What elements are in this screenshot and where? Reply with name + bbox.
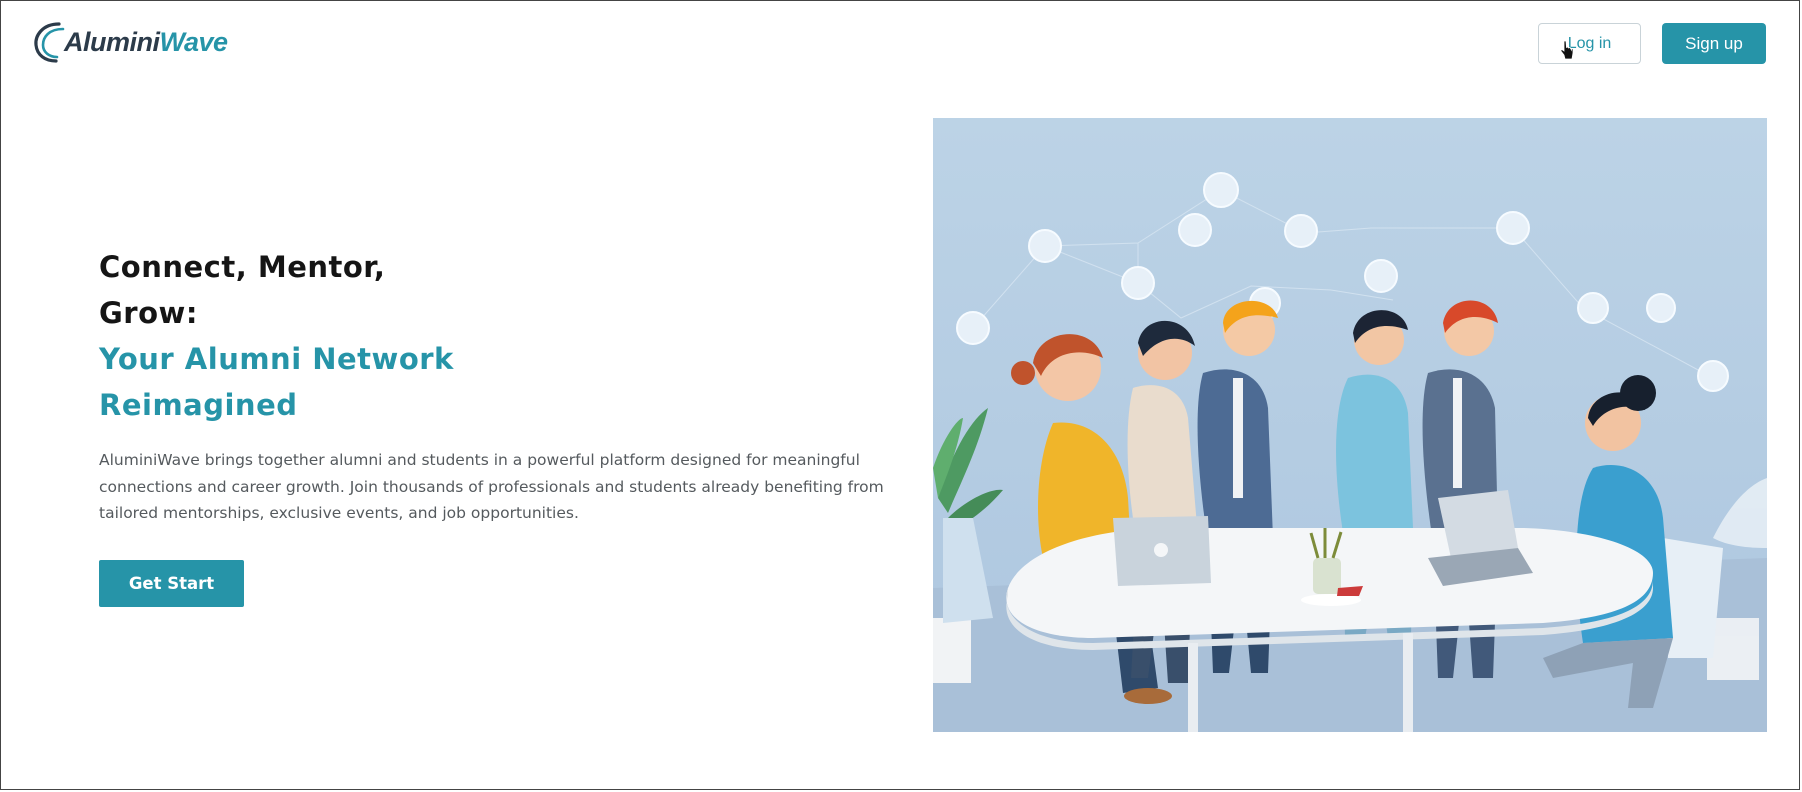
logo[interactable]: AluminiWave bbox=[32, 18, 228, 66]
hero-section: Connect, Mentor, Grow: Your Alumni Netwo… bbox=[99, 244, 889, 527]
logo-text: AluminiWave bbox=[64, 26, 229, 57]
hero-accent-line-2: Reimagined bbox=[99, 388, 298, 422]
login-button[interactable]: Log in bbox=[1538, 23, 1641, 64]
hero-illustration bbox=[933, 118, 1767, 732]
hero-title-line-2: Grow: bbox=[99, 296, 198, 330]
hero-title-line-1: Connect, Mentor, bbox=[99, 250, 386, 284]
hero-accent-line-1: Your Alumni Network bbox=[99, 342, 454, 376]
logo-text-dark: Alumini bbox=[64, 26, 160, 57]
hero-description: AluminiWave brings together alumni and s… bbox=[99, 451, 884, 522]
signup-button[interactable]: Sign up bbox=[1662, 23, 1766, 64]
mouse-pointer-icon bbox=[1559, 40, 1574, 60]
logo-text-accent: Wave bbox=[159, 26, 229, 57]
hero-title: Connect, Mentor, Grow: Your Alumni Netwo… bbox=[99, 244, 889, 428]
get-start-button[interactable]: Get Start bbox=[99, 560, 244, 607]
